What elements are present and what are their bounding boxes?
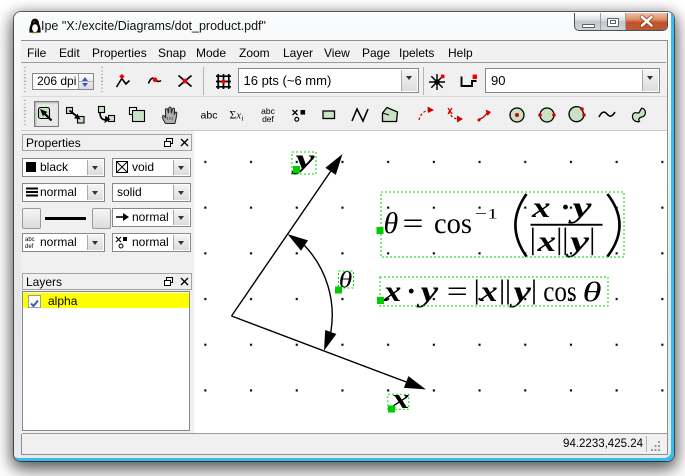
svg-text:x: x xyxy=(383,275,402,308)
svg-text:cos: cos xyxy=(543,275,577,308)
svg-text:x: x xyxy=(479,275,498,308)
svg-text:Σ: Σ xyxy=(230,109,237,121)
svg-text:·: · xyxy=(561,191,571,224)
svg-text:θ: θ xyxy=(583,277,602,307)
svg-text:·: · xyxy=(406,275,416,308)
svg-text:def: def xyxy=(262,114,274,124)
svg-text:y: y xyxy=(568,191,592,224)
svg-text:=: = xyxy=(403,207,424,240)
svg-text:abc: abc xyxy=(201,109,218,121)
svg-text:i: i xyxy=(242,113,244,122)
svg-text:y: y xyxy=(509,275,531,308)
svg-text:θ: θ xyxy=(384,207,399,240)
svg-text:−1: −1 xyxy=(475,207,498,223)
svg-text:def: def xyxy=(25,244,34,249)
svg-text:abc: abc xyxy=(25,237,35,243)
svg-text:y: y xyxy=(566,225,590,258)
svg-text:x: x xyxy=(536,225,556,258)
svg-text:=: = xyxy=(447,275,468,308)
svg-text:x: x xyxy=(531,191,551,224)
svg-text:y: y xyxy=(417,275,439,308)
svg-text:cos: cos xyxy=(434,207,472,240)
